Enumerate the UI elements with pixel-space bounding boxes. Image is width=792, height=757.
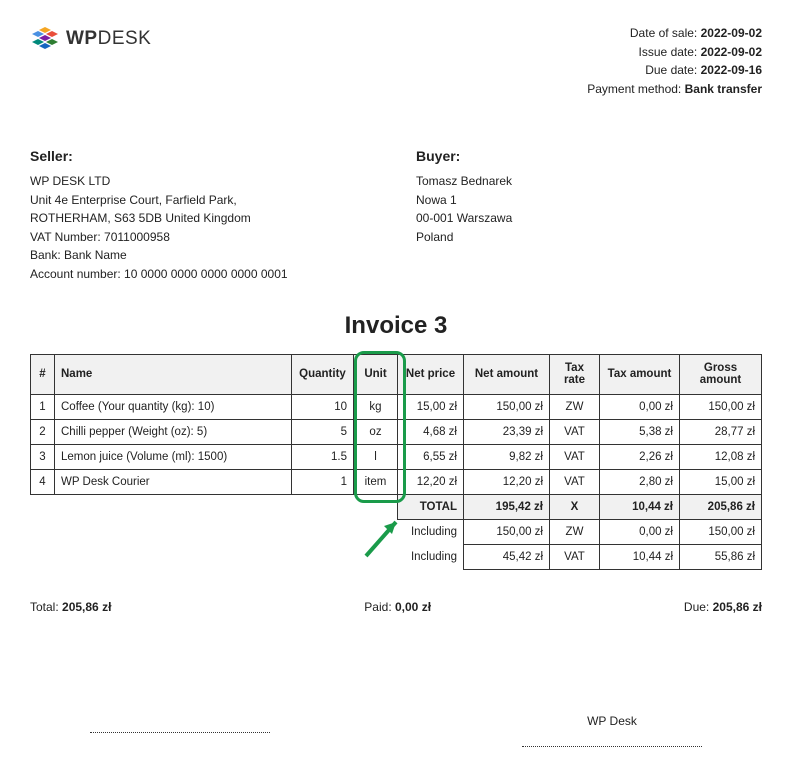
cell-qty: 1 — [292, 469, 354, 494]
buyer-heading: Buyer: — [416, 146, 762, 168]
table-row: 2Chilli pepper (Weight (oz): 5)5oz4,68 z… — [31, 419, 762, 444]
invoice-meta: Date of sale: 2022-09-02 Issue date: 202… — [587, 24, 762, 98]
cell-gross-amount: 150,00 zł — [680, 519, 762, 544]
seller-address: Unit 4e Enterprise Court, Farfield Park,… — [30, 191, 310, 228]
items-table: # Name Quantity Unit Net price Net amoun… — [30, 354, 762, 570]
cell-net-price: 6,55 zł — [398, 444, 464, 469]
wpdesk-icon — [30, 24, 60, 54]
brand-logo: WPDESK — [30, 24, 151, 54]
table-header-row: # Name Quantity Unit Net price Net amoun… — [31, 354, 762, 394]
col-net-amount: Net amount — [464, 354, 550, 394]
seller-vat: VAT Number: 7011000958 — [30, 228, 376, 247]
cell-net-price: 15,00 zł — [398, 394, 464, 419]
buyer-line1: Nowa 1 — [416, 191, 762, 210]
cell-tax-rate: ZW — [550, 394, 600, 419]
seller-heading: Seller: — [30, 146, 376, 168]
cell-idx: 1 — [31, 394, 55, 419]
seller-block: Seller: WP DESK LTD Unit 4e Enterprise C… — [30, 146, 376, 283]
cell-net-amount: 23,39 zł — [464, 419, 550, 444]
cell-gross-amount: 28,77 zł — [680, 419, 762, 444]
cell-tax-rate: ZW — [550, 519, 600, 544]
col-name: Name — [55, 354, 292, 394]
signature-right: WP Desk — [522, 714, 702, 747]
cell-idx: 3 — [31, 444, 55, 469]
cell-idx: 2 — [31, 419, 55, 444]
brand-name: WPDESK — [66, 28, 151, 50]
buyer-name: Tomasz Bednarek — [416, 172, 762, 191]
col-unit: Unit — [354, 354, 398, 394]
cell-net-amount: 150,00 zł — [464, 394, 550, 419]
cell-gross-amount: 15,00 zł — [680, 469, 762, 494]
cell-unit: kg — [354, 394, 398, 419]
cell-gross-amount: 12,08 zł — [680, 444, 762, 469]
buyer-line3: Poland — [416, 228, 762, 247]
cell-tax-rate: VAT — [550, 444, 600, 469]
cell-tax-amount: 2,26 zł — [600, 444, 680, 469]
cell-unit: l — [354, 444, 398, 469]
including-label: Including — [398, 519, 464, 544]
invoice-title: Invoice 3 — [30, 312, 762, 340]
breakdown-row: Including150,00 złZW0,00 zł150,00 zł — [31, 519, 762, 544]
cell-qty: 1.5 — [292, 444, 354, 469]
signature-left — [90, 714, 270, 747]
cell-qty: 10 — [292, 394, 354, 419]
cell-name: Lemon juice (Volume (ml): 1500) — [55, 444, 292, 469]
cell-tax-amount: 10,44 zł — [600, 544, 680, 569]
buyer-block: Buyer: Tomasz Bednarek Nowa 1 00-001 War… — [416, 146, 762, 283]
cell-tax-amount: 2,80 zł — [600, 469, 680, 494]
cell-name: Coffee (Your quantity (kg): 10) — [55, 394, 292, 419]
col-tax-amount: Tax amount — [600, 354, 680, 394]
cell-unit: item — [354, 469, 398, 494]
seller-account: Account number: 10 0000 0000 0000 0000 0… — [30, 265, 376, 284]
cell-tax-amount: 0,00 zł — [600, 519, 680, 544]
cell-gross-amount: 150,00 zł — [680, 394, 762, 419]
cell-net-amount: 12,20 zł — [464, 469, 550, 494]
cell-net-amount: 9,82 zł — [464, 444, 550, 469]
col-net-price: Net price — [398, 354, 464, 394]
cell-tax-rate: VAT — [550, 469, 600, 494]
cell-net-price: 12,20 zł — [398, 469, 464, 494]
cell-tax-rate: VAT — [550, 544, 600, 569]
cell-qty: 5 — [292, 419, 354, 444]
cell-unit: oz — [354, 419, 398, 444]
table-row: 4WP Desk Courier1item12,20 zł12,20 złVAT… — [31, 469, 762, 494]
cell-net-amount: 150,00 zł — [464, 519, 550, 544]
seller-bank: Bank: Bank Name — [30, 246, 376, 265]
col-idx: # — [31, 354, 55, 394]
breakdown-row: Including45,42 złVAT10,44 zł55,86 zł — [31, 544, 762, 569]
items-table-wrap: # Name Quantity Unit Net price Net amoun… — [30, 354, 762, 570]
seller-name: WP DESK LTD — [30, 172, 376, 191]
cell-net-price: 4,68 zł — [398, 419, 464, 444]
table-row: 3Lemon juice (Volume (ml): 1500)1.5l6,55… — [31, 444, 762, 469]
cell-name: WP Desk Courier — [55, 469, 292, 494]
footer-summary: Total: 205,86 zł Paid: 0,00 zł Due: 205,… — [30, 600, 762, 614]
cell-gross-amount: 55,86 zł — [680, 544, 762, 569]
including-label: Including — [398, 544, 464, 569]
table-row: 1Coffee (Your quantity (kg): 10)10kg15,0… — [31, 394, 762, 419]
col-qty: Quantity — [292, 354, 354, 394]
signatures: WP Desk — [30, 714, 762, 747]
cell-tax-amount: 0,00 zł — [600, 394, 680, 419]
cell-tax-amount: 5,38 zł — [600, 419, 680, 444]
cell-idx: 4 — [31, 469, 55, 494]
col-tax-rate: Tax rate — [550, 354, 600, 394]
cell-name: Chilli pepper (Weight (oz): 5) — [55, 419, 292, 444]
totals-row: TOTAL 195,42 zł X 10,44 zł 205,86 zł — [31, 494, 762, 519]
col-gross-amount: Gross amount — [680, 354, 762, 394]
cell-tax-rate: VAT — [550, 419, 600, 444]
cell-net-amount: 45,42 zł — [464, 544, 550, 569]
buyer-line2: 00-001 Warszawa — [416, 209, 762, 228]
